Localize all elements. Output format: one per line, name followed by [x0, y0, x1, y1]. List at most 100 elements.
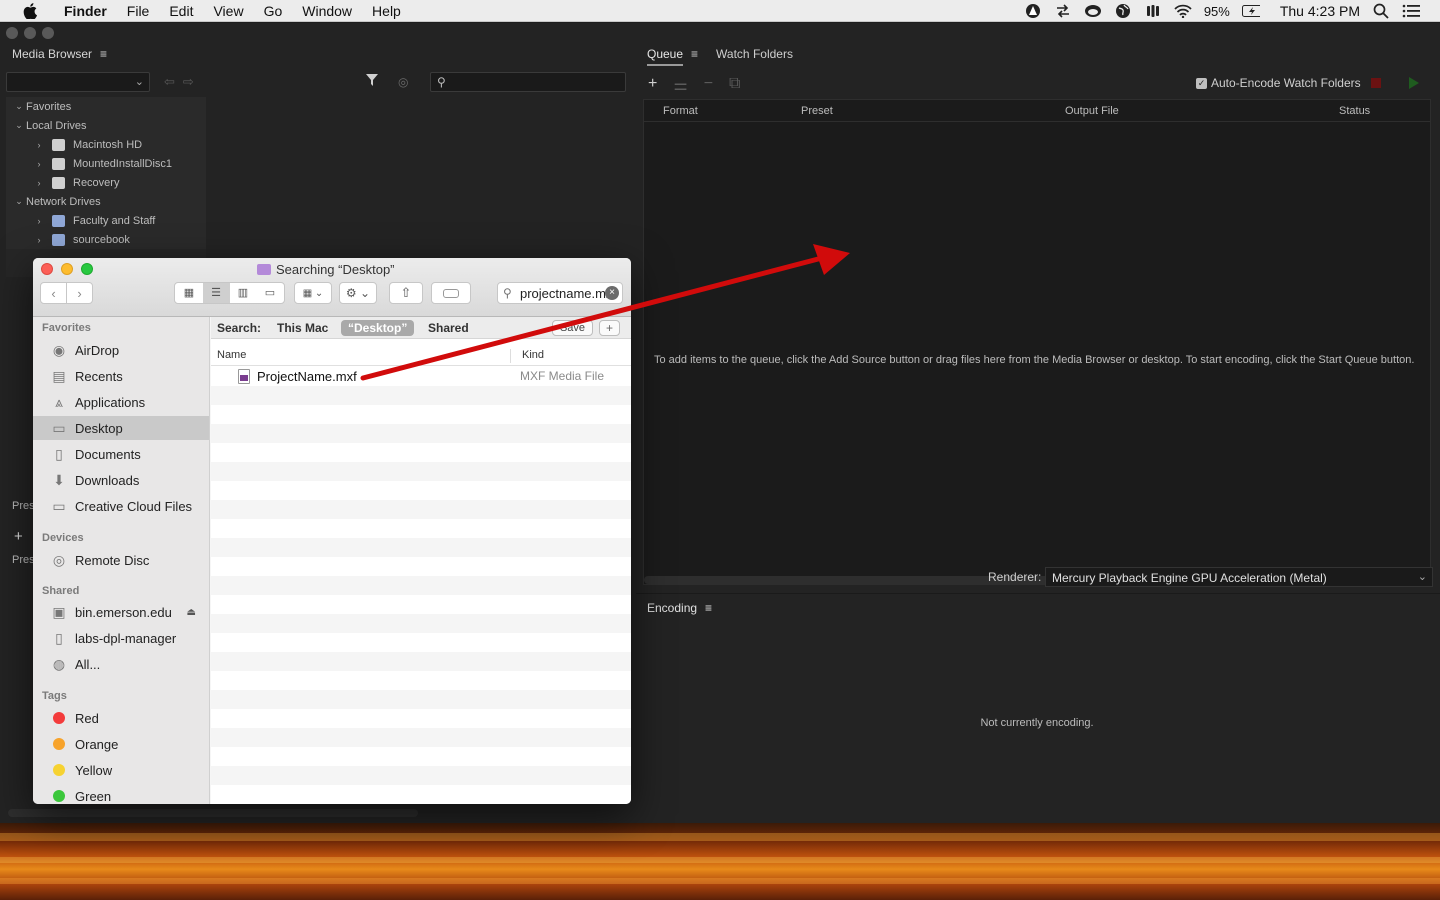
menu-app-name[interactable]: Finder — [54, 0, 117, 22]
sidebar-item-bin-emerson[interactable]: ▣ bin.emerson.edu ⏏ — [33, 600, 209, 624]
clear-search-icon[interactable]: × — [605, 286, 619, 300]
column-output-file[interactable]: Output File — [1065, 105, 1119, 117]
creative-cloud-icon[interactable] — [1084, 4, 1102, 18]
sidebar-item-desktop[interactable]: ▭ Desktop — [33, 416, 209, 440]
settings-sliders-icon[interactable]: ⚌ — [673, 75, 687, 95]
column-view-icon[interactable]: ▥ — [230, 283, 257, 303]
grip-icon[interactable] — [1144, 4, 1162, 18]
filter-icon[interactable] — [366, 74, 378, 89]
tree-item-mounted-install-disc[interactable]: › MountedInstallDisc1 — [6, 154, 206, 173]
zoom-button-inactive[interactable] — [42, 27, 54, 39]
disclosure-icon[interactable]: › — [32, 178, 46, 188]
media-browser-location-select[interactable]: ⌄ — [6, 72, 150, 92]
eject-icon[interactable]: ⏏ — [187, 607, 196, 618]
back-forward-arrows-icon[interactable]: ⇦⇨ — [164, 74, 202, 90]
eye-icon[interactable]: ◎ — [398, 75, 408, 89]
disclosure-icon[interactable]: ⌄ — [12, 101, 26, 112]
tree-item-faculty-staff[interactable]: › Faculty and Staff — [6, 211, 206, 230]
panel-menu-icon[interactable]: ≡ — [100, 47, 107, 61]
menu-help[interactable]: Help — [362, 0, 411, 22]
minimize-button-inactive[interactable] — [24, 27, 36, 39]
sidebar-item-documents[interactable]: ▯ Documents — [33, 442, 209, 466]
add-source-icon[interactable]: + — [648, 75, 657, 95]
tree-item-sourcebook[interactable]: › sourcebook — [6, 230, 206, 249]
tab-queue[interactable]: Queue — [647, 47, 684, 66]
column-kind[interactable]: Kind — [522, 349, 544, 361]
spotlight-icon[interactable] — [1372, 3, 1390, 19]
sidebar-item-downloads[interactable]: ⬇ Downloads — [33, 468, 209, 492]
tree-item-network-drives[interactable]: ⌄ Network Drives — [6, 192, 206, 211]
sidebar-tag-orange[interactable]: Orange — [33, 732, 209, 756]
remove-icon[interactable]: − — [704, 75, 713, 95]
clock[interactable]: Thu 4:23 PM — [1280, 3, 1360, 19]
scope-this-mac[interactable]: This Mac — [277, 321, 328, 335]
menu-go[interactable]: Go — [254, 0, 293, 22]
checkbox-checked-icon[interactable]: ✓ — [1196, 77, 1207, 89]
sidebar-item-creative-cloud-files[interactable]: ▭ Creative Cloud Files — [33, 494, 209, 518]
sidebar-tag-yellow[interactable]: Yellow — [33, 758, 209, 782]
notification-center-icon[interactable] — [1402, 4, 1420, 18]
wifi-icon[interactable] — [1174, 4, 1192, 18]
column-preset[interactable]: Preset — [801, 105, 833, 117]
globe-icon[interactable] — [1114, 4, 1132, 18]
file-name[interactable]: ProjectName.mxf — [257, 369, 357, 384]
encoding-panel-menu-icon[interactable]: ≡ — [705, 601, 712, 615]
renderer-select[interactable]: Mercury Playback Engine GPU Acceleration… — [1045, 567, 1433, 587]
sidebar-item-labs-dpl-manager[interactable]: ▯ labs-dpl-manager — [33, 626, 209, 650]
disclosure-icon[interactable]: › — [32, 140, 46, 150]
media-browser-search-input[interactable]: ⚲ — [430, 72, 626, 92]
gallery-view-icon[interactable]: ▭ — [257, 283, 284, 303]
minimize-button[interactable] — [61, 263, 73, 275]
sidebar-item-all[interactable]: ◍ All... — [33, 652, 209, 676]
finder-search-field[interactable]: ⚲ projectname.mxf × — [497, 282, 623, 304]
action-button[interactable]: ⚙ ⌄ — [339, 282, 377, 304]
preset-horizontal-scrollbar[interactable] — [8, 809, 418, 817]
close-button[interactable] — [41, 263, 53, 275]
scope-shared[interactable]: Shared — [428, 321, 469, 335]
sidebar-item-airdrop[interactable]: ◉ AirDrop — [33, 338, 209, 362]
disclosure-icon[interactable]: ⌄ — [12, 120, 26, 131]
media-browser-title[interactable]: Media Browser — [12, 47, 92, 61]
add-criteria-button[interactable]: + — [599, 320, 620, 336]
adobe-status-icon[interactable] — [1024, 4, 1042, 18]
auto-encode-checkbox[interactable]: ✓ Auto-Encode Watch Folders — [1196, 76, 1361, 90]
battery-icon[interactable] — [1241, 4, 1260, 18]
list-view-icon[interactable]: ☰ — [202, 283, 230, 303]
disclosure-icon[interactable]: › — [32, 216, 46, 226]
close-button-inactive[interactable] — [6, 27, 18, 39]
network-arrows-icon[interactable] — [1054, 4, 1072, 18]
sidebar-tag-green[interactable]: Green — [33, 784, 209, 804]
icon-view-icon[interactable]: ▦ — [176, 283, 203, 303]
disclosure-icon[interactable]: › — [32, 159, 46, 169]
stop-queue-button[interactable] — [1371, 78, 1381, 88]
tree-item-recovery[interactable]: › Recovery — [6, 173, 206, 192]
disclosure-icon[interactable]: › — [32, 235, 46, 245]
apple-icon[interactable] — [20, 0, 40, 22]
finder-search-value[interactable]: projectname.mxf — [520, 286, 616, 301]
share-button[interactable]: ⇧ — [389, 282, 423, 304]
disclosure-icon[interactable]: ⌄ — [12, 196, 26, 207]
column-format[interactable]: Format — [663, 105, 698, 117]
menu-edit[interactable]: Edit — [159, 0, 203, 22]
queue-panel-menu-icon[interactable]: ≡ — [691, 47, 698, 66]
scope-desktop[interactable]: “Desktop” — [341, 320, 415, 336]
save-search-button[interactable]: Save — [552, 320, 593, 336]
column-name[interactable]: Name — [217, 349, 246, 361]
zoom-button[interactable] — [81, 263, 93, 275]
menu-file[interactable]: File — [117, 0, 160, 22]
tab-watch-folders[interactable]: Watch Folders — [716, 47, 793, 66]
tree-item-local-drives[interactable]: ⌄ Local Drives — [6, 116, 206, 135]
sidebar-item-remote-disc[interactable]: ◎ Remote Disc — [33, 548, 209, 572]
forward-chevron-icon[interactable]: › — [67, 286, 92, 301]
tags-button[interactable] — [431, 282, 471, 304]
tree-item-favorites[interactable]: ⌄ Favorites — [6, 97, 206, 116]
duplicate-icon[interactable]: ⧉ — [729, 75, 740, 95]
encoding-title[interactable]: Encoding — [647, 601, 697, 615]
battery-percent[interactable]: 95% — [1204, 4, 1230, 19]
menu-view[interactable]: View — [203, 0, 253, 22]
add-preset-icon[interactable]: + — [14, 528, 23, 545]
tree-item-macintosh-hd[interactable]: › Macintosh HD — [6, 135, 206, 154]
sidebar-item-recents[interactable]: ▤ Recents — [33, 364, 209, 388]
start-queue-button[interactable] — [1409, 77, 1419, 89]
column-status[interactable]: Status — [1339, 105, 1370, 117]
